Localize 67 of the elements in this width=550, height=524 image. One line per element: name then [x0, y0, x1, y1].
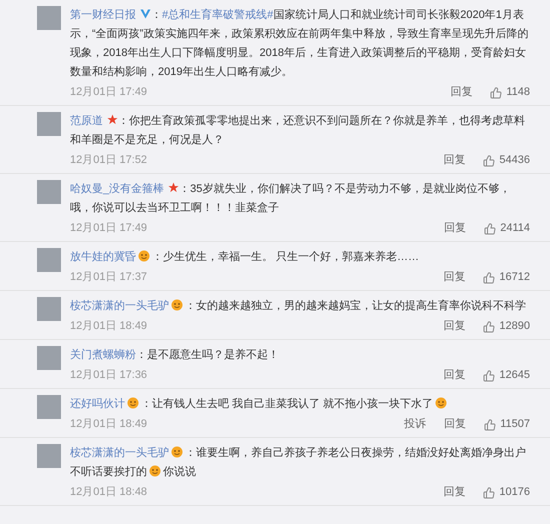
- verified-icon: [140, 9, 151, 19]
- thumbs-up-icon: [483, 486, 496, 498]
- action-link[interactable]: 回复: [444, 220, 466, 237]
- username-link[interactable]: 哈奴曼_没有金箍棒: [70, 183, 164, 195]
- like-button[interactable]: 24114: [484, 220, 530, 237]
- like-button[interactable]: 1148: [490, 84, 530, 101]
- username-link[interactable]: 第一财经日报: [70, 9, 136, 21]
- like-button[interactable]: 12890: [483, 318, 530, 335]
- thumbs-up-icon: [483, 370, 496, 382]
- action-link[interactable]: 回复: [450, 84, 472, 101]
- username-link[interactable]: 桉芯潇潇的一头毛驴: [70, 447, 169, 459]
- action-link[interactable]: 回复: [443, 484, 466, 501]
- comment-text: 放牛娃的冀昏 ：少生优生，幸福一生。 只生一个好，郭嘉来养老……: [70, 249, 420, 265]
- like-button[interactable]: 11507: [484, 416, 530, 433]
- action-link[interactable]: 投诉: [404, 416, 426, 433]
- comment-date: 12月01日 17:49: [70, 85, 148, 100]
- avatar[interactable]: [37, 444, 61, 468]
- smiley-icon: [171, 446, 183, 458]
- emoji-icon: [435, 397, 448, 409]
- comment-text: 桉芯潇潇的一头毛驴 ：女的越来越独立，男的越来越妈宝，让女的提高生育率你说科不科学: [70, 298, 527, 314]
- username-link[interactable]: 范原道: [70, 115, 103, 127]
- thumbs-up-icon: [490, 86, 502, 98]
- comment-text: 范原道 ：你把生育政策孤零零地提出来，还意识不到问题所在？你就是养羊，也得考虑草料和羊圈是不是充足，何况是人？: [70, 113, 526, 148]
- comment-text: 桉芯潇潇的一头毛驴 ：谁要生啊，养自己养孩子养老公日夜操劳，结婚没好处离婚净身出户不听话要挨打的 你说说: [70, 445, 527, 480]
- action-link[interactable]: 回复: [443, 269, 466, 286]
- thumbs-up-icon: [484, 222, 496, 234]
- comment-date: 12月01日 17:37: [70, 270, 148, 286]
- avatar[interactable]: [37, 112, 61, 136]
- smiley-icon: [127, 397, 139, 409]
- comment-text: 哈奴曼_没有金箍棒 ：35岁就失业，你们解决了吗？不是劳动力不够，是就业岗位不够，哦，你说可以去当环卫工啊！！！韭菜盒子: [70, 181, 512, 216]
- action-link[interactable]: 回复: [444, 416, 466, 433]
- action-link[interactable]: 回复: [443, 318, 466, 335]
- username-link[interactable]: 桉芯潇潇的一头毛驴: [70, 300, 169, 312]
- smiley-icon: [171, 299, 183, 311]
- thumbs-up-icon: [483, 154, 496, 166]
- action-link[interactable]: 回复: [443, 152, 466, 169]
- thumbs-up-icon: [483, 272, 496, 284]
- comment-date: 12月01日 17:49: [70, 221, 148, 236]
- like-button[interactable]: 16712: [483, 269, 530, 286]
- username-link[interactable]: 还好吗伙计: [70, 398, 125, 410]
- like-button[interactable]: 54436: [483, 152, 530, 169]
- action-link[interactable]: 回复: [443, 367, 466, 384]
- avatar[interactable]: [37, 248, 61, 272]
- like-button[interactable]: 10176: [483, 484, 530, 501]
- comment-date: 12月01日 17:36: [70, 368, 148, 384]
- hashtag-link[interactable]: #总和生育率破警戒线#: [162, 9, 274, 21]
- comment-text: 还好吗伙计 ：让有钱人生去吧 我自己韭菜我认了 就不拖小孩一块下水了: [70, 395, 530, 414]
- comment-text: 第一财经日报 ：#总和生育率破警戒线#国家统计局人口和就业统计司司长张毅2020年1月表示，“全面两孩”政策实施四年来，政策累积效应在前两年集中释放，导致生育率呈现先升后降的现象，2018年出生人口下降幅度明显。2018年后，生育进入政策调整后的平稳期，受育龄妇女数量和结构影响，2019年出生人口略有减少。: [70, 8, 530, 80]
- avatar[interactable]: [37, 297, 61, 321]
- avatar[interactable]: [37, 346, 61, 370]
- thumbs-up-icon: [484, 418, 496, 430]
- avatar[interactable]: [37, 6, 61, 30]
- comment-date: 12月01日 17:52: [70, 153, 148, 168]
- like-button[interactable]: 12645: [483, 367, 530, 384]
- username-link[interactable]: 关门煮螺蛳粉: [70, 349, 136, 361]
- comment-text: 关门煮螺蛳粉：是不愿意生吗？是养不起！: [70, 348, 280, 363]
- username-link[interactable]: 放牛娃的冀昏: [70, 251, 136, 263]
- avatar[interactable]: [37, 395, 61, 419]
- comment-date: 12月01日 18:49: [70, 417, 148, 432]
- comment-date: 12月01日 18:49: [70, 319, 148, 334]
- avatar[interactable]: [37, 180, 61, 204]
- emoji-icon: [149, 465, 161, 477]
- comment-date: 12月01日 18:48: [70, 485, 148, 500]
- thumbs-up-icon: [483, 320, 496, 332]
- smiley-icon: [138, 250, 150, 262]
- star-icon: [168, 182, 180, 193]
- star-icon: [107, 114, 118, 125]
